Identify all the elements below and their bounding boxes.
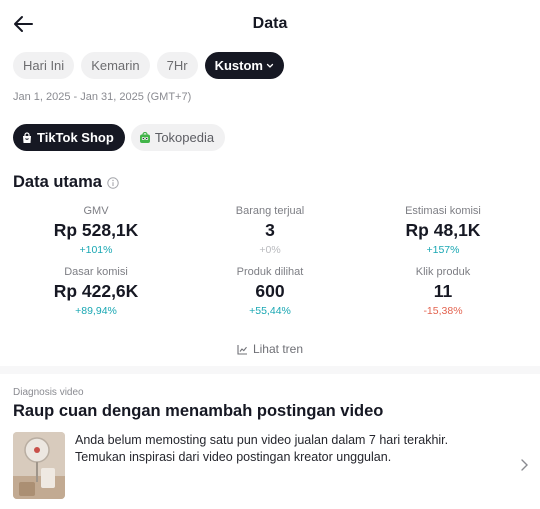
metric-label: GMV <box>83 205 109 217</box>
chevron-down-icon <box>266 63 274 68</box>
metric-commission-base[interactable]: Dasar komisi Rp 422,6K +89,94% <box>6 266 186 317</box>
diagnosis-card[interactable]: Anda belum memosting satu pun video jual… <box>13 432 533 500</box>
date-range-text: Jan 1, 2025 - Jan 31, 2025 (GMT+7) <box>13 91 192 103</box>
view-trend-label: Lihat tren <box>252 342 304 356</box>
metric-value: 11 <box>433 281 453 301</box>
metric-change: -15,38% <box>423 305 463 317</box>
chevron-right-icon <box>521 459 528 471</box>
metric-value: Rp 422,6K <box>53 281 139 301</box>
metric-change: +55,44% <box>249 305 291 317</box>
metric-estimated-commission[interactable]: Estimasi komisi Rp 48,1K +157% <box>353 205 533 256</box>
metric-gmv[interactable]: GMV Rp 528,1K +101% <box>6 205 186 256</box>
metric-label: Estimasi komisi <box>405 205 481 217</box>
info-icon[interactable] <box>107 176 119 189</box>
date-filter-group: Hari Ini Kemarin 7Hr Kustom <box>13 52 284 79</box>
metric-items-sold[interactable]: Barang terjual 3 +0% <box>180 205 360 256</box>
shopping-bag-icon <box>23 131 31 143</box>
metric-value: Rp 528,1K <box>53 220 139 240</box>
tab-tokopedia[interactable]: Tokopedia <box>130 124 226 151</box>
metric-label: Barang terjual <box>235 205 305 217</box>
filter-today[interactable]: Hari Ini <box>13 52 75 79</box>
metric-change: +157% <box>426 244 460 256</box>
filter-today-label: Hari Ini <box>23 58 65 73</box>
diagnosis-label: Diagnosis video <box>13 387 84 398</box>
metric-label: Produk dilihat <box>236 266 304 278</box>
chart-icon <box>237 344 247 355</box>
tokopedia-icon <box>139 131 150 143</box>
video-thumbnail <box>13 432 65 499</box>
page-title: Data <box>252 15 288 32</box>
tab-tiktok-shop[interactable]: TikTok Shop <box>13 124 125 151</box>
metric-change: +101% <box>79 244 113 256</box>
diagnosis-title: Raup cuan dengan menambah postingan vide… <box>13 402 384 420</box>
section-title: Data utama <box>13 173 119 192</box>
filter-yesterday[interactable]: Kemarin <box>81 52 150 79</box>
metric-label: Klik produk <box>415 266 471 278</box>
filter-yesterday-label: Kemarin <box>91 58 140 73</box>
shop-tabs: TikTok Shop Tokopedia <box>13 124 226 151</box>
tab-tokopedia-label: Tokopedia <box>154 130 215 145</box>
metric-change: +0% <box>259 244 281 256</box>
tab-tiktok-shop-label: TikTok Shop <box>37 130 114 145</box>
filter-custom-label: Kustom <box>214 58 263 73</box>
filter-7days-label: 7Hr <box>166 58 188 73</box>
metric-product-clicks[interactable]: Klik produk 11 -15,38% <box>353 266 533 317</box>
metric-label: Dasar komisi <box>64 266 128 278</box>
metric-change: +89,94% <box>75 305 117 317</box>
filter-custom[interactable]: Kustom <box>204 52 284 79</box>
header: Data <box>0 0 540 48</box>
section-divider <box>0 366 540 374</box>
metric-value: 600 <box>255 281 285 301</box>
metric-value: 3 <box>265 220 275 240</box>
metric-product-views[interactable]: Produk dilihat 600 +55,44% <box>180 266 360 317</box>
diagnosis-description: Anda belum memosting satu pun video jual… <box>75 433 449 464</box>
view-trend-link[interactable]: Lihat tren <box>0 342 540 356</box>
metric-value: Rp 48,1K <box>405 220 481 240</box>
filter-7days[interactable]: 7Hr <box>156 52 198 79</box>
section-title-text: Data utama <box>13 173 102 191</box>
video-thumbnail-image <box>13 432 65 499</box>
